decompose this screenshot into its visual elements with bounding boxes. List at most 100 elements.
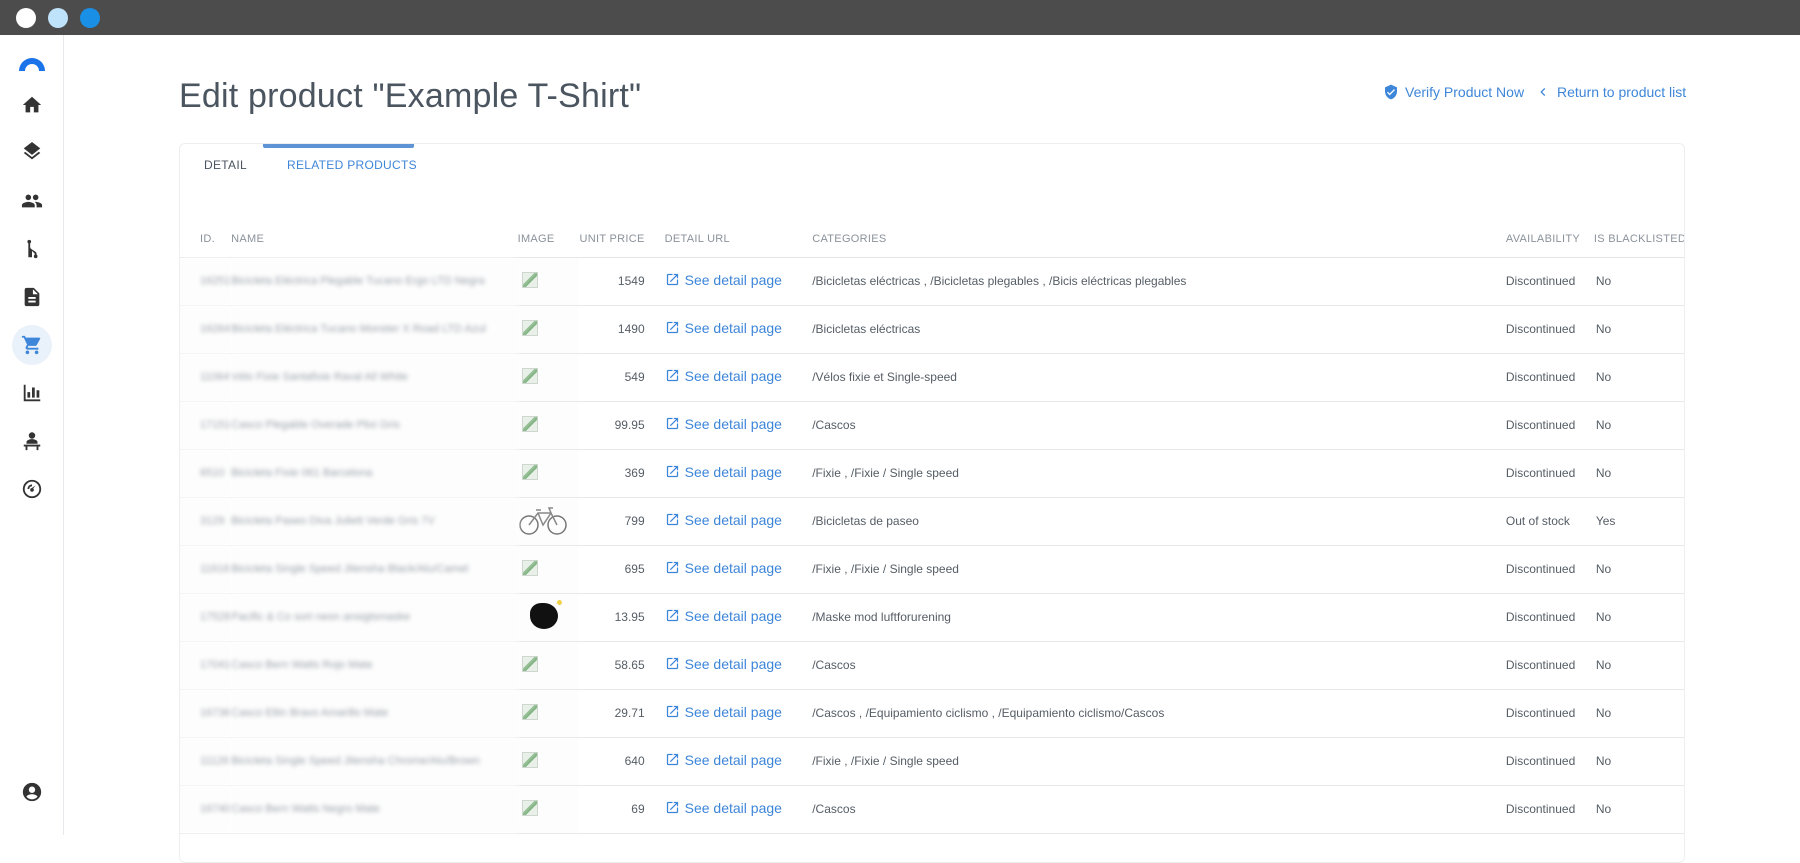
column-header-image[interactable]: IMAGE [517,221,579,258]
column-header-name[interactable]: NAME [231,221,518,258]
cell-categories: /Cascos , /Equipamiento ciclismo , /Equi… [812,689,1506,738]
table-row[interactable]: 16264 Bicicleta Eléctrica Tucano Monster… [180,305,1684,354]
cell-id: 11126 [180,737,232,786]
page-title: Edit product "Example T-Shirt" [179,77,642,115]
table-row[interactable]: 17151 Casco Plegable Overade Plixi Gris … [180,401,1684,450]
cell-unit-price: 29.71 [578,689,653,738]
cell-name: Bicicleta Single Speed Jitensha Black/Al… [231,545,518,594]
window-minimize-button[interactable] [48,8,68,28]
cell-categories: /Cascos [812,641,1506,690]
table-row[interactable]: 17528 Pacific & Co sort neon ansigtsmask… [180,593,1684,642]
see-detail-page-link[interactable]: See detail page [665,752,782,768]
sidebar-item-home[interactable] [12,85,52,125]
broken-image-icon [521,271,538,288]
see-detail-page-link[interactable]: See detail page [665,368,782,384]
related-products-table: ID. NAME IMAGE UNIT PRICE DETAIL URL CAT… [180,221,1684,834]
column-header-id[interactable]: ID. [180,221,232,258]
sidebar-item-layers[interactable] [12,133,52,173]
table-row[interactable]: 11064 Vélo Fixie Santafixie Raval All Wh… [180,353,1684,402]
cell-availability: Discontinued [1505,785,1594,834]
cell-id: 11064 [180,353,232,402]
sidebar-item-merge[interactable] [12,229,52,269]
table-row[interactable]: 16251 Bicicleta Eléctrica Plegable Tucan… [180,257,1684,306]
broken-image-icon [521,319,538,336]
bicycle-image [518,506,567,535]
see-detail-page-link[interactable]: See detail page [665,704,782,720]
see-detail-page-link[interactable]: See detail page [665,464,782,480]
cell-id: 16251 [180,257,232,306]
cell-name: Bicicleta Fixie 061 Barcelona [231,449,518,498]
cell-is-blacklisted: No [1593,545,1684,594]
cell-detail-url: See detail page [652,353,813,402]
window-close-button[interactable] [16,8,36,28]
sidebar-item-people[interactable] [12,181,52,221]
cell-is-blacklisted: No [1593,257,1684,306]
sidebar-item-documents[interactable] [12,277,52,317]
column-header-availability[interactable]: AVAILABILITY [1505,221,1594,258]
cell-name: Bicicleta Eléctrica Plegable Tucano Ergo… [231,257,518,306]
tab-related-products[interactable]: RELATED PRODUCTS [287,158,417,172]
see-detail-page-link[interactable]: See detail page [665,512,782,528]
home-icon [22,96,42,113]
broken-image-icon [521,367,538,384]
table-row[interactable]: 3129 Bicicleta Paseo Diva Juliett Verde … [180,497,1684,546]
column-header-detail-url[interactable]: DETAIL URL [652,221,813,258]
cell-categories: /Bicicletas eléctricas , /Bicicletas ple… [812,257,1506,306]
column-header-categories[interactable]: CATEGORIES [812,221,1506,258]
return-to-list-label: Return to product list [1557,84,1687,100]
tab-bar: DETAIL RELATED PRODUCTS [180,144,1684,184]
cell-id: 3129 [180,497,232,546]
table-row[interactable]: 11126 Bicicleta Single Speed Jitensha Ch… [180,737,1684,786]
cell-id: 17041 [180,641,232,690]
cell-availability: Discontinued [1505,737,1594,786]
cell-image [517,737,579,786]
see-detail-page-label: See detail page [684,751,782,768]
cell-image [517,689,579,738]
see-detail-page-link[interactable]: See detail page [665,656,782,672]
sidebar-item-staff[interactable] [12,421,52,461]
cell-image [517,785,579,834]
cell-id: 6510 [180,449,232,498]
cell-categories: /Cascos [812,785,1506,834]
mask-product-image [529,599,562,629]
tab-detail[interactable]: DETAIL [204,158,247,172]
open-in-new-icon [666,658,678,670]
app-logo[interactable] [16,53,48,73]
cell-id: 17528 [180,593,232,642]
column-header-unit-price[interactable]: UNIT PRICE [578,221,653,258]
cell-detail-url: See detail page [652,737,813,786]
cell-detail-url: See detail page [652,401,813,450]
return-to-list-link[interactable]: Return to product list [1535,84,1686,100]
window-maximize-button[interactable] [80,8,100,28]
speedometer-icon [22,479,42,499]
table-row[interactable]: 17041 Casco Bern Watts Rojo Mate 58.65 S… [180,641,1684,690]
sidebar-item-dashboard[interactable] [12,469,52,509]
table-row[interactable]: 16740 Casco Bern Watts Negro Mate 69 See… [180,785,1684,834]
table-row[interactable]: 11616 Bicicleta Single Speed Jitensha Bl… [180,545,1684,594]
see-detail-page-link[interactable]: See detail page [665,416,782,432]
broken-image-icon [521,415,538,432]
sidebar-item-products[interactable] [12,325,52,365]
cell-is-blacklisted: No [1593,449,1684,498]
see-detail-page-label: See detail page [684,319,782,336]
sidebar-item-analytics[interactable] [12,373,52,413]
broken-image-icon [521,655,538,672]
cell-availability: Discontinued [1505,449,1594,498]
active-tab-indicator [263,144,414,148]
see-detail-page-link[interactable]: See detail page [665,800,782,816]
cell-id: 16264 [180,305,232,354]
cell-name: Casco Plegable Overade Plixi Gris [231,401,518,450]
cell-is-blacklisted: No [1593,305,1684,354]
see-detail-page-link[interactable]: See detail page [665,320,782,336]
sidebar-item-account[interactable] [12,772,52,812]
open-in-new-icon [666,754,678,766]
table-row[interactable]: 16736 Casco Eltin Bravo Amarillo Mate 29… [180,689,1684,738]
open-in-new-icon [666,466,678,478]
verify-product-button[interactable]: Verify Product Now [1383,84,1524,100]
table-row[interactable]: 6510 Bicicleta Fixie 061 Barcelona 369 S… [180,449,1684,498]
column-header-is-blacklisted[interactable]: IS BLACKLISTED [1593,221,1684,258]
cell-image [517,305,579,354]
see-detail-page-link[interactable]: See detail page [665,272,782,288]
see-detail-page-link[interactable]: See detail page [665,608,782,624]
see-detail-page-link[interactable]: See detail page [665,560,782,576]
